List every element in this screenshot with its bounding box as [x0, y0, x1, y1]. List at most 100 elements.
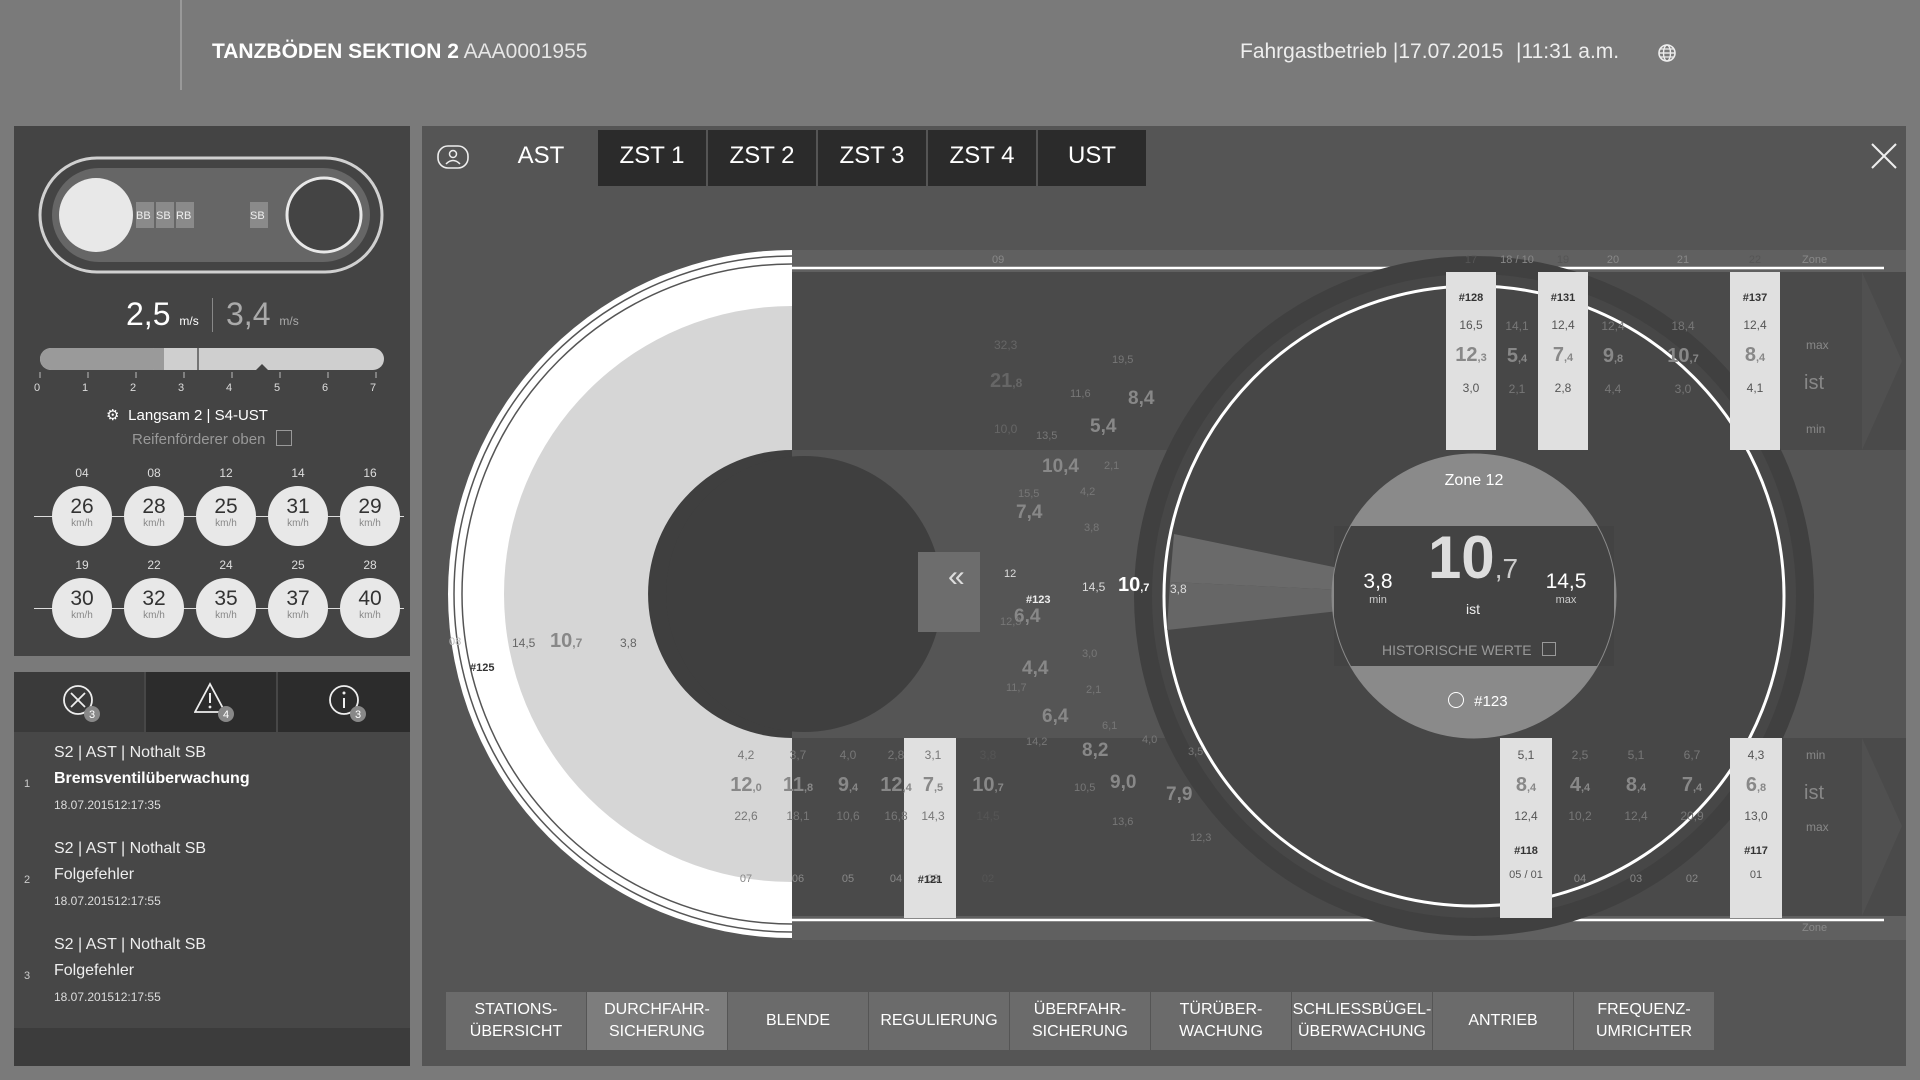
zone-min: 4,3 [1747, 748, 1765, 762]
zone-column[interactable]: 4,0 9,4 10,6 05 [822, 748, 874, 885]
zone-column[interactable]: 6,7 7,4 20,9 02 [1668, 748, 1716, 885]
globe-icon[interactable] [1656, 42, 1678, 69]
stations-overview-button[interactable]: STATIONS- ÜBERSICHT [446, 992, 586, 1050]
zone-ist-int: 4 [1569, 774, 1581, 796]
zone-max: 14,1 [1505, 319, 1529, 333]
zone-speed-gauge[interactable]: 28 km/h [124, 486, 184, 546]
zone-label: 20 [1606, 254, 1620, 266]
alarm-item[interactable]: 1 S2 | AST | Nothalt SB Bremsventilüberw… [14, 744, 410, 836]
zone-detail-device-id: #123 [1474, 693, 1508, 710]
zone-column[interactable]: 5,1 8,4 12,4 #118 05 / 01 [1500, 748, 1552, 881]
zone-speed-gauge[interactable]: 37 km/h [268, 578, 328, 638]
gear-icon[interactable]: ⚙ [106, 406, 124, 424]
tab-zst-1[interactable]: ZST 1 [598, 130, 708, 186]
frequenzumrichter-button[interactable]: FREQUENZ- UMRICHTER [1574, 992, 1714, 1050]
zone-speed-gauge[interactable]: 30 km/h [52, 578, 112, 638]
alarm-time: 18.07.201512:17:55 [54, 894, 161, 908]
zone-label: 06 [791, 873, 805, 885]
track-overview-diagram[interactable] [38, 156, 384, 278]
zone-column[interactable]: 22 #137 12,4 8,4 4,1 [1730, 254, 1780, 395]
zone-speed-gauge[interactable]: 40 km/h [340, 578, 400, 638]
zone-column[interactable]: 3,7 11,8 18,1 06 [772, 748, 824, 885]
zone-speed-gauge[interactable]: 29 km/h [340, 486, 400, 546]
zone-ist-dec: ,5 [933, 782, 944, 794]
device-label [1658, 292, 1708, 305]
info-filter-tab[interactable]: 3 [278, 672, 410, 732]
zone-column[interactable]: 20 12,4 9,8 4,4 [1588, 254, 1638, 396]
zone-column[interactable]: 21 18,4 10,7 3,0 [1658, 254, 1708, 396]
mode-sub[interactable]: Reifenförderer oben [132, 430, 292, 448]
zone-column[interactable]: 3,1 7,5 14,3 03 [912, 748, 954, 885]
left-wheel-hub [666, 456, 942, 732]
zone-detail-device[interactable]: #123 [1448, 692, 1508, 710]
speed-value: 29 [358, 495, 382, 518]
row-label-ist: ist [1804, 372, 1824, 394]
zone-max: 14,5 [1082, 580, 1106, 594]
warning-filter-tab[interactable]: 4 [146, 672, 276, 732]
error-filter-tab[interactable]: 3 [14, 672, 144, 732]
scale-tick: 2 [130, 382, 137, 394]
row-label-zone: Zone [1802, 254, 1828, 266]
zone-min: 4,1 [1746, 381, 1764, 395]
zone-speed-gauge[interactable]: 31 km/h [268, 486, 328, 546]
zone-max: 14,5 [976, 809, 1000, 823]
operator-view-tab[interactable] [422, 130, 486, 186]
tab-zst-2[interactable]: ZST 2 [708, 130, 818, 186]
alarm-item[interactable]: 3 S2 | AST | Nothalt SB Folgefehler 18.0… [14, 936, 410, 1028]
zone-speed-gauge[interactable]: 35 km/h [196, 578, 256, 638]
zone-column[interactable]: 3,8 10,7 14,5 02 [962, 748, 1014, 885]
zone-ist-dec: ,7 [572, 636, 583, 650]
wheel-zone-small: 14,2 [1026, 736, 1048, 748]
zone-detail-ist-label: ist [1466, 601, 1480, 617]
zone-min: 5,1 [1627, 748, 1645, 762]
zone-ist: 10,7 [962, 774, 1014, 797]
external-link-icon [1541, 642, 1556, 656]
wheel-zone-value: 8,2 [1082, 740, 1109, 761]
close-icon[interactable] [1866, 138, 1902, 174]
zone-detail-max-label: max [1555, 594, 1577, 606]
wheel-zone-small: 19,5 [1112, 354, 1134, 366]
zone-detail-max: 14,5 max [1536, 570, 1596, 606]
scale-tick: 0 [34, 382, 41, 394]
schliessbuegel-button[interactable]: SCHLIESSBÜGEL- ÜBERWACHUNG [1292, 992, 1432, 1050]
zone-column[interactable]: 2,5 4,4 10,2 04 [1556, 748, 1604, 885]
regulierung-button[interactable]: REGULIERUNG [869, 992, 1009, 1050]
zone-column[interactable]: 19 #131 12,4 7,4 2,8 [1538, 254, 1588, 395]
operation-mode-date: Fahrgastbetrieb |17.07.2015 [1240, 40, 1504, 63]
zone-detail-ist: 10,7 ist [1418, 526, 1528, 618]
zone-column[interactable]: 18 / 10 14,1 5,4 2,1 [1492, 254, 1542, 396]
zone-max: 18,1 [786, 809, 810, 823]
tab-zst-4[interactable]: ZST 4 [928, 130, 1038, 186]
external-link-icon[interactable] [275, 430, 292, 446]
zone-column[interactable]: 4,3 6,8 13,0 #117 01 [1730, 748, 1782, 881]
warning-count: 4 [223, 709, 230, 721]
alarm-item[interactable]: 2 S2 | AST | Nothalt SB Folgefehler 18.0… [14, 840, 410, 932]
zone-max: 16,5 [1459, 318, 1483, 332]
device-label: #137 [1742, 292, 1768, 304]
zone-max: 13,0 [1744, 809, 1768, 823]
info-count: 3 [355, 709, 362, 721]
zone-speed-gauge[interactable]: 25 km/h [196, 486, 256, 546]
segment-label-sb-2: SB [250, 210, 265, 222]
history-link[interactable]: HISTORISCHE WERTE [1382, 642, 1556, 658]
zone-column[interactable]: 17 #128 16,5 12,3 3,0 [1446, 254, 1496, 395]
tab-zst-3[interactable]: ZST 3 [818, 130, 928, 186]
zone-label: 01 [1749, 869, 1763, 881]
zone-column[interactable]: 5,1 8,4 12,4 03 [1612, 748, 1660, 885]
ueberfahrsicherung-button[interactable]: ÜBERFAHR- SICHERUNG [1010, 992, 1150, 1050]
zone-min: 6,7 [1683, 748, 1701, 762]
blende-button[interactable]: BLENDE [728, 992, 868, 1050]
tab-ust[interactable]: UST [1038, 130, 1148, 186]
collapse-chevron-icon[interactable]: « [948, 560, 965, 594]
zone-speed-row-2: 19 22 24 25 28 30 km/h 32 km/h 35 km/h 37 km… [34, 558, 404, 648]
zone-speed-gauge[interactable]: 32 km/h [124, 578, 184, 638]
zone-column-device[interactable]: #121 [904, 874, 956, 886]
device-label: #123 [1026, 594, 1051, 606]
zone-column[interactable]: 4,2 12,0 22,6 07 [720, 748, 772, 885]
zone-speed-gauge[interactable]: 26 km/h [52, 486, 112, 546]
tuerueberwachung-button[interactable]: TÜRÜBER- WACHUNG [1151, 992, 1291, 1050]
antrieb-button[interactable]: ANTRIEB [1433, 992, 1573, 1050]
tab-ast[interactable]: AST [486, 130, 598, 186]
durchfahrsicherung-button[interactable]: DURCHFAHR- SICHERUNG [587, 992, 727, 1050]
zone-ist: 21,8 [990, 370, 1022, 393]
